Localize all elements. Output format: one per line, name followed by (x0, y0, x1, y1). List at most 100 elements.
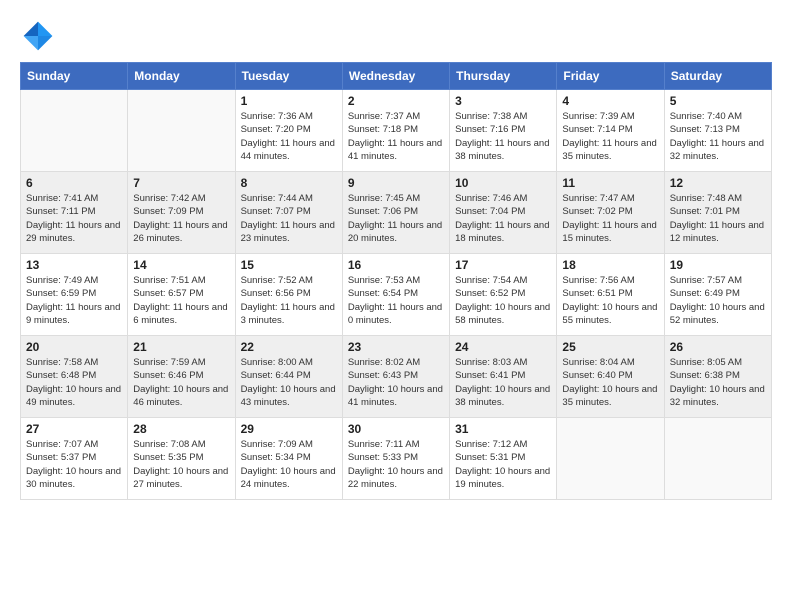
page: SundayMondayTuesdayWednesdayThursdayFrid… (0, 0, 792, 612)
week-row-1: 1 Sunrise: 7:36 AM Sunset: 7:20 PM Daylig… (21, 90, 772, 172)
day-detail: Sunrise: 7:41 AM Sunset: 7:11 PM Dayligh… (26, 192, 122, 245)
calendar-cell: 24 Sunrise: 8:03 AM Sunset: 6:41 PM Dayli… (450, 336, 557, 418)
day-detail: Sunrise: 7:12 AM Sunset: 5:31 PM Dayligh… (455, 438, 551, 491)
day-number: 4 (562, 94, 658, 108)
calendar-cell: 23 Sunrise: 8:02 AM Sunset: 6:43 PM Dayli… (342, 336, 449, 418)
day-detail: Sunrise: 7:44 AM Sunset: 7:07 PM Dayligh… (241, 192, 337, 245)
weekday-header-thursday: Thursday (450, 63, 557, 90)
day-number: 9 (348, 176, 444, 190)
day-detail: Sunrise: 8:04 AM Sunset: 6:40 PM Dayligh… (562, 356, 658, 409)
day-number: 22 (241, 340, 337, 354)
day-detail: Sunrise: 7:52 AM Sunset: 6:56 PM Dayligh… (241, 274, 337, 327)
day-number: 5 (670, 94, 766, 108)
calendar-cell: 21 Sunrise: 7:59 AM Sunset: 6:46 PM Dayli… (128, 336, 235, 418)
day-detail: Sunrise: 7:49 AM Sunset: 6:59 PM Dayligh… (26, 274, 122, 327)
day-detail: Sunrise: 7:59 AM Sunset: 6:46 PM Dayligh… (133, 356, 229, 409)
weekday-header-sunday: Sunday (21, 63, 128, 90)
week-row-5: 27 Sunrise: 7:07 AM Sunset: 5:37 PM Dayli… (21, 418, 772, 500)
calendar-table: SundayMondayTuesdayWednesdayThursdayFrid… (20, 62, 772, 500)
calendar-cell: 18Sunrise: 7:56 AM Sunset: 6:51 PM Dayli… (557, 254, 664, 336)
calendar-cell: 2 Sunrise: 7:37 AM Sunset: 7:18 PM Daylig… (342, 90, 449, 172)
calendar-cell: 29 Sunrise: 7:09 AM Sunset: 5:34 PM Dayli… (235, 418, 342, 500)
weekday-header-friday: Friday (557, 63, 664, 90)
day-detail: Sunrise: 8:00 AM Sunset: 6:44 PM Dayligh… (241, 356, 337, 409)
week-row-2: 6 Sunrise: 7:41 AM Sunset: 7:11 PM Daylig… (21, 172, 772, 254)
day-number: 2 (348, 94, 444, 108)
week-row-3: 13Sunrise: 7:49 AM Sunset: 6:59 PM Dayli… (21, 254, 772, 336)
day-detail: Sunrise: 7:37 AM Sunset: 7:18 PM Dayligh… (348, 110, 444, 163)
day-detail: Sunrise: 7:48 AM Sunset: 7:01 PM Dayligh… (670, 192, 766, 245)
day-number: 23 (348, 340, 444, 354)
day-detail: Sunrise: 7:58 AM Sunset: 6:48 PM Dayligh… (26, 356, 122, 409)
calendar-cell: 30 Sunrise: 7:11 AM Sunset: 5:33 PM Dayli… (342, 418, 449, 500)
day-detail: Sunrise: 7:42 AM Sunset: 7:09 PM Dayligh… (133, 192, 229, 245)
logo-icon (20, 18, 56, 54)
calendar-cell (21, 90, 128, 172)
day-detail: Sunrise: 8:03 AM Sunset: 6:41 PM Dayligh… (455, 356, 551, 409)
day-number: 26 (670, 340, 766, 354)
day-detail: Sunrise: 8:02 AM Sunset: 6:43 PM Dayligh… (348, 356, 444, 409)
weekday-header-tuesday: Tuesday (235, 63, 342, 90)
weekday-header-row: SundayMondayTuesdayWednesdayThursdayFrid… (21, 63, 772, 90)
day-number: 17 (455, 258, 551, 272)
day-number: 11 (562, 176, 658, 190)
calendar-cell: 26 Sunrise: 8:05 AM Sunset: 6:38 PM Dayli… (664, 336, 771, 418)
day-number: 25 (562, 340, 658, 354)
day-number: 8 (241, 176, 337, 190)
calendar-cell: 9 Sunrise: 7:45 AM Sunset: 7:06 PM Daylig… (342, 172, 449, 254)
day-detail: Sunrise: 7:53 AM Sunset: 6:54 PM Dayligh… (348, 274, 444, 327)
calendar-cell: 5Sunrise: 7:40 AM Sunset: 7:13 PM Daylig… (664, 90, 771, 172)
day-number: 15 (241, 258, 337, 272)
day-number: 14 (133, 258, 229, 272)
weekday-header-wednesday: Wednesday (342, 63, 449, 90)
day-number: 1 (241, 94, 337, 108)
calendar-cell (128, 90, 235, 172)
day-number: 27 (26, 422, 122, 436)
day-number: 21 (133, 340, 229, 354)
day-number: 30 (348, 422, 444, 436)
day-number: 31 (455, 422, 551, 436)
calendar-cell: 28 Sunrise: 7:08 AM Sunset: 5:35 PM Dayli… (128, 418, 235, 500)
day-detail: Sunrise: 7:11 AM Sunset: 5:33 PM Dayligh… (348, 438, 444, 491)
day-detail: Sunrise: 7:51 AM Sunset: 6:57 PM Dayligh… (133, 274, 229, 327)
day-detail: Sunrise: 7:45 AM Sunset: 7:06 PM Dayligh… (348, 192, 444, 245)
day-number: 12 (670, 176, 766, 190)
calendar-cell: 14 Sunrise: 7:51 AM Sunset: 6:57 PM Dayli… (128, 254, 235, 336)
calendar-cell: 3 Sunrise: 7:38 AM Sunset: 7:16 PM Daylig… (450, 90, 557, 172)
calendar-cell: 4 Sunrise: 7:39 AM Sunset: 7:14 PM Daylig… (557, 90, 664, 172)
calendar-cell: 27 Sunrise: 7:07 AM Sunset: 5:37 PM Dayli… (21, 418, 128, 500)
calendar-cell: 6 Sunrise: 7:41 AM Sunset: 7:11 PM Daylig… (21, 172, 128, 254)
calendar-cell: 17 Sunrise: 7:54 AM Sunset: 6:52 PM Dayli… (450, 254, 557, 336)
day-detail: Sunrise: 7:54 AM Sunset: 6:52 PM Dayligh… (455, 274, 551, 327)
day-number: 16 (348, 258, 444, 272)
day-detail: Sunrise: 7:38 AM Sunset: 7:16 PM Dayligh… (455, 110, 551, 163)
day-detail: Sunrise: 7:07 AM Sunset: 5:37 PM Dayligh… (26, 438, 122, 491)
day-number: 10 (455, 176, 551, 190)
day-number: 24 (455, 340, 551, 354)
day-detail: Sunrise: 7:39 AM Sunset: 7:14 PM Dayligh… (562, 110, 658, 163)
calendar-cell: 22 Sunrise: 8:00 AM Sunset: 6:44 PM Dayli… (235, 336, 342, 418)
day-detail: Sunrise: 7:56 AM Sunset: 6:51 PM Dayligh… (562, 274, 658, 327)
day-number: 29 (241, 422, 337, 436)
calendar-cell: 13Sunrise: 7:49 AM Sunset: 6:59 PM Dayli… (21, 254, 128, 336)
calendar-cell: 8 Sunrise: 7:44 AM Sunset: 7:07 PM Daylig… (235, 172, 342, 254)
day-detail: Sunrise: 8:05 AM Sunset: 6:38 PM Dayligh… (670, 356, 766, 409)
day-detail: Sunrise: 7:09 AM Sunset: 5:34 PM Dayligh… (241, 438, 337, 491)
day-detail: Sunrise: 7:47 AM Sunset: 7:02 PM Dayligh… (562, 192, 658, 245)
day-number: 3 (455, 94, 551, 108)
header (20, 18, 772, 54)
calendar-cell (557, 418, 664, 500)
calendar-cell: 7Sunrise: 7:42 AM Sunset: 7:09 PM Daylig… (128, 172, 235, 254)
day-detail: Sunrise: 7:08 AM Sunset: 5:35 PM Dayligh… (133, 438, 229, 491)
day-number: 28 (133, 422, 229, 436)
week-row-4: 20 Sunrise: 7:58 AM Sunset: 6:48 PM Dayli… (21, 336, 772, 418)
day-detail: Sunrise: 7:57 AM Sunset: 6:49 PM Dayligh… (670, 274, 766, 327)
day-number: 20 (26, 340, 122, 354)
day-detail: Sunrise: 7:36 AM Sunset: 7:20 PM Dayligh… (241, 110, 337, 163)
weekday-header-monday: Monday (128, 63, 235, 90)
calendar-cell: 1 Sunrise: 7:36 AM Sunset: 7:20 PM Daylig… (235, 90, 342, 172)
day-number: 19 (670, 258, 766, 272)
day-number: 6 (26, 176, 122, 190)
calendar-cell: 19 Sunrise: 7:57 AM Sunset: 6:49 PM Dayli… (664, 254, 771, 336)
calendar-cell: 25 Sunrise: 8:04 AM Sunset: 6:40 PM Dayli… (557, 336, 664, 418)
